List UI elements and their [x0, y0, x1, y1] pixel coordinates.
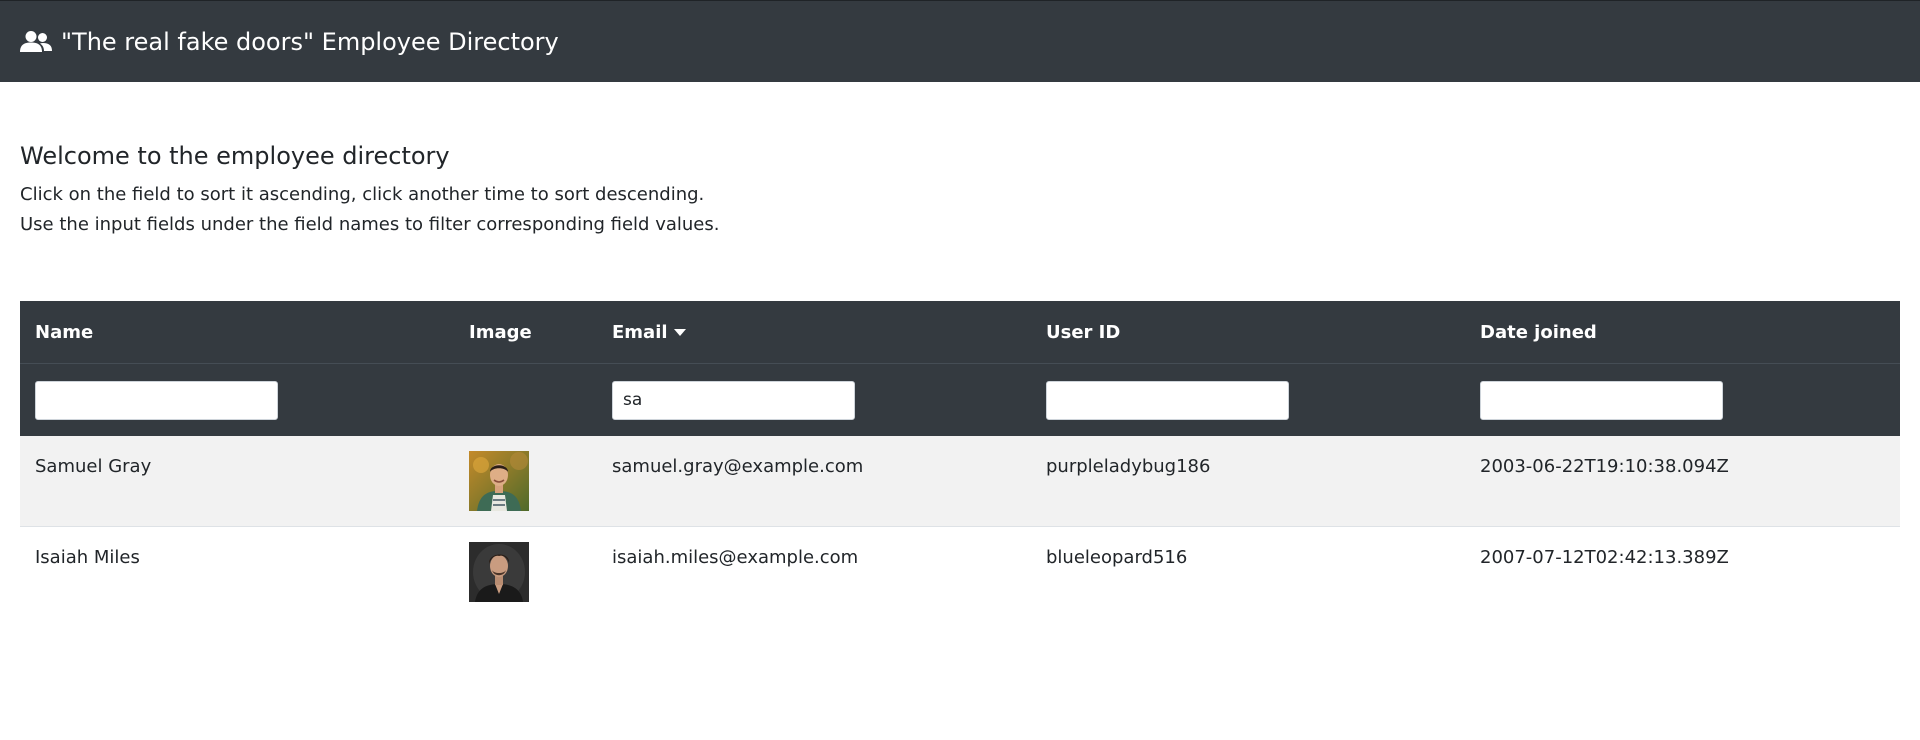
column-header-user-id[interactable]: User ID — [1031, 301, 1465, 364]
table-row: Samuel Gray samuel.gray@example.com purp… — [20, 436, 1900, 526]
column-header-image[interactable]: Image — [454, 301, 597, 364]
cell-email: samuel.gray@example.com — [597, 436, 1031, 526]
avatar — [469, 451, 529, 511]
table-row: Isaiah Miles isaiah.miles@example.com bl — [20, 525, 1900, 616]
cell-name: Isaiah Miles — [20, 525, 454, 616]
column-header-label: Date joined — [1480, 321, 1597, 343]
cell-email: isaiah.miles@example.com — [597, 525, 1031, 616]
name-filter-input[interactable] — [35, 380, 278, 420]
column-header-email[interactable]: Email — [597, 301, 1031, 364]
table-header-row: Name Image Email User ID Date joined — [20, 301, 1900, 364]
avatar — [469, 541, 529, 602]
email-filter-input[interactable] — [612, 380, 855, 420]
user-id-filter-input[interactable] — [1046, 380, 1289, 420]
instruction-filter: Use the input fields under the field nam… — [20, 214, 720, 235]
instruction-sort: Click on the field to sort it ascending,… — [20, 184, 705, 205]
employee-table-wrapper: Name Image Email User ID Date joined Sam… — [20, 301, 1900, 616]
date-joined-filter-input[interactable] — [1480, 380, 1723, 420]
image-filter-cell — [454, 363, 597, 436]
cell-name: Samuel Gray — [20, 436, 454, 526]
top-navbar: "The real fake doors" Employee Directory — [0, 0, 1920, 82]
cell-date-joined: 2007-07-12T02:42:13.389Z — [1465, 525, 1900, 616]
cell-user-id: purpleladybug186 — [1031, 436, 1465, 526]
sort-descending-icon — [673, 329, 686, 336]
column-header-name[interactable]: Name — [20, 301, 454, 364]
cell-user-id: blueleopard516 — [1031, 525, 1465, 616]
app-title: "The real fake doors" Employee Directory — [61, 27, 559, 56]
column-header-date-joined[interactable]: Date joined — [1465, 301, 1900, 364]
table-filter-row — [20, 363, 1900, 436]
column-header-label: User ID — [1046, 321, 1121, 343]
users-icon — [20, 30, 52, 54]
employee-table: Name Image Email User ID Date joined Sam… — [20, 301, 1900, 616]
cell-date-joined: 2003-06-22T19:10:38.094Z — [1465, 436, 1900, 526]
intro-section: Welcome to the employee directory Click … — [20, 142, 719, 240]
page-heading: Welcome to the employee directory — [20, 142, 450, 170]
column-header-label: Email — [612, 321, 668, 343]
column-header-label: Image — [469, 321, 532, 343]
column-header-label: Name — [35, 321, 94, 343]
